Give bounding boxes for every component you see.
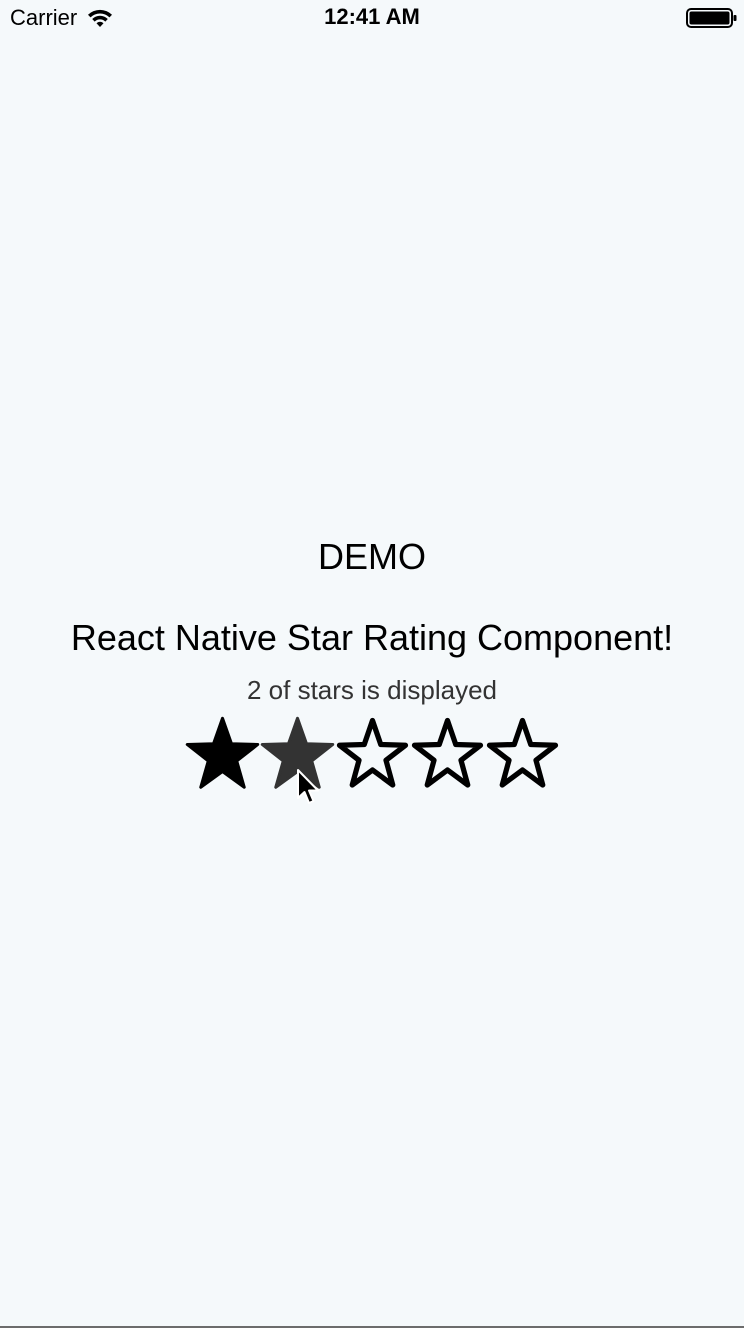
mouse-cursor-icon: [297, 769, 319, 804]
battery-icon: [686, 8, 737, 28]
page-subtitle: React Native Star Rating Component!: [70, 617, 674, 658]
status-time: 12:41 AM: [324, 4, 420, 29]
status-bar: Carrier 12:41 AM: [0, 0, 744, 36]
rating-caption: 2 of stars is displayed: [246, 675, 497, 705]
main-content: DEMO React Native Star Rating Component!…: [0, 530, 744, 791]
page-title: DEMO: [318, 536, 426, 577]
star-4-icon[interactable]: [410, 716, 485, 791]
star-rating[interactable]: [0, 716, 744, 791]
star-5-icon[interactable]: [485, 716, 560, 791]
star-1-icon[interactable]: [185, 716, 260, 791]
star-3-icon[interactable]: [335, 716, 410, 791]
